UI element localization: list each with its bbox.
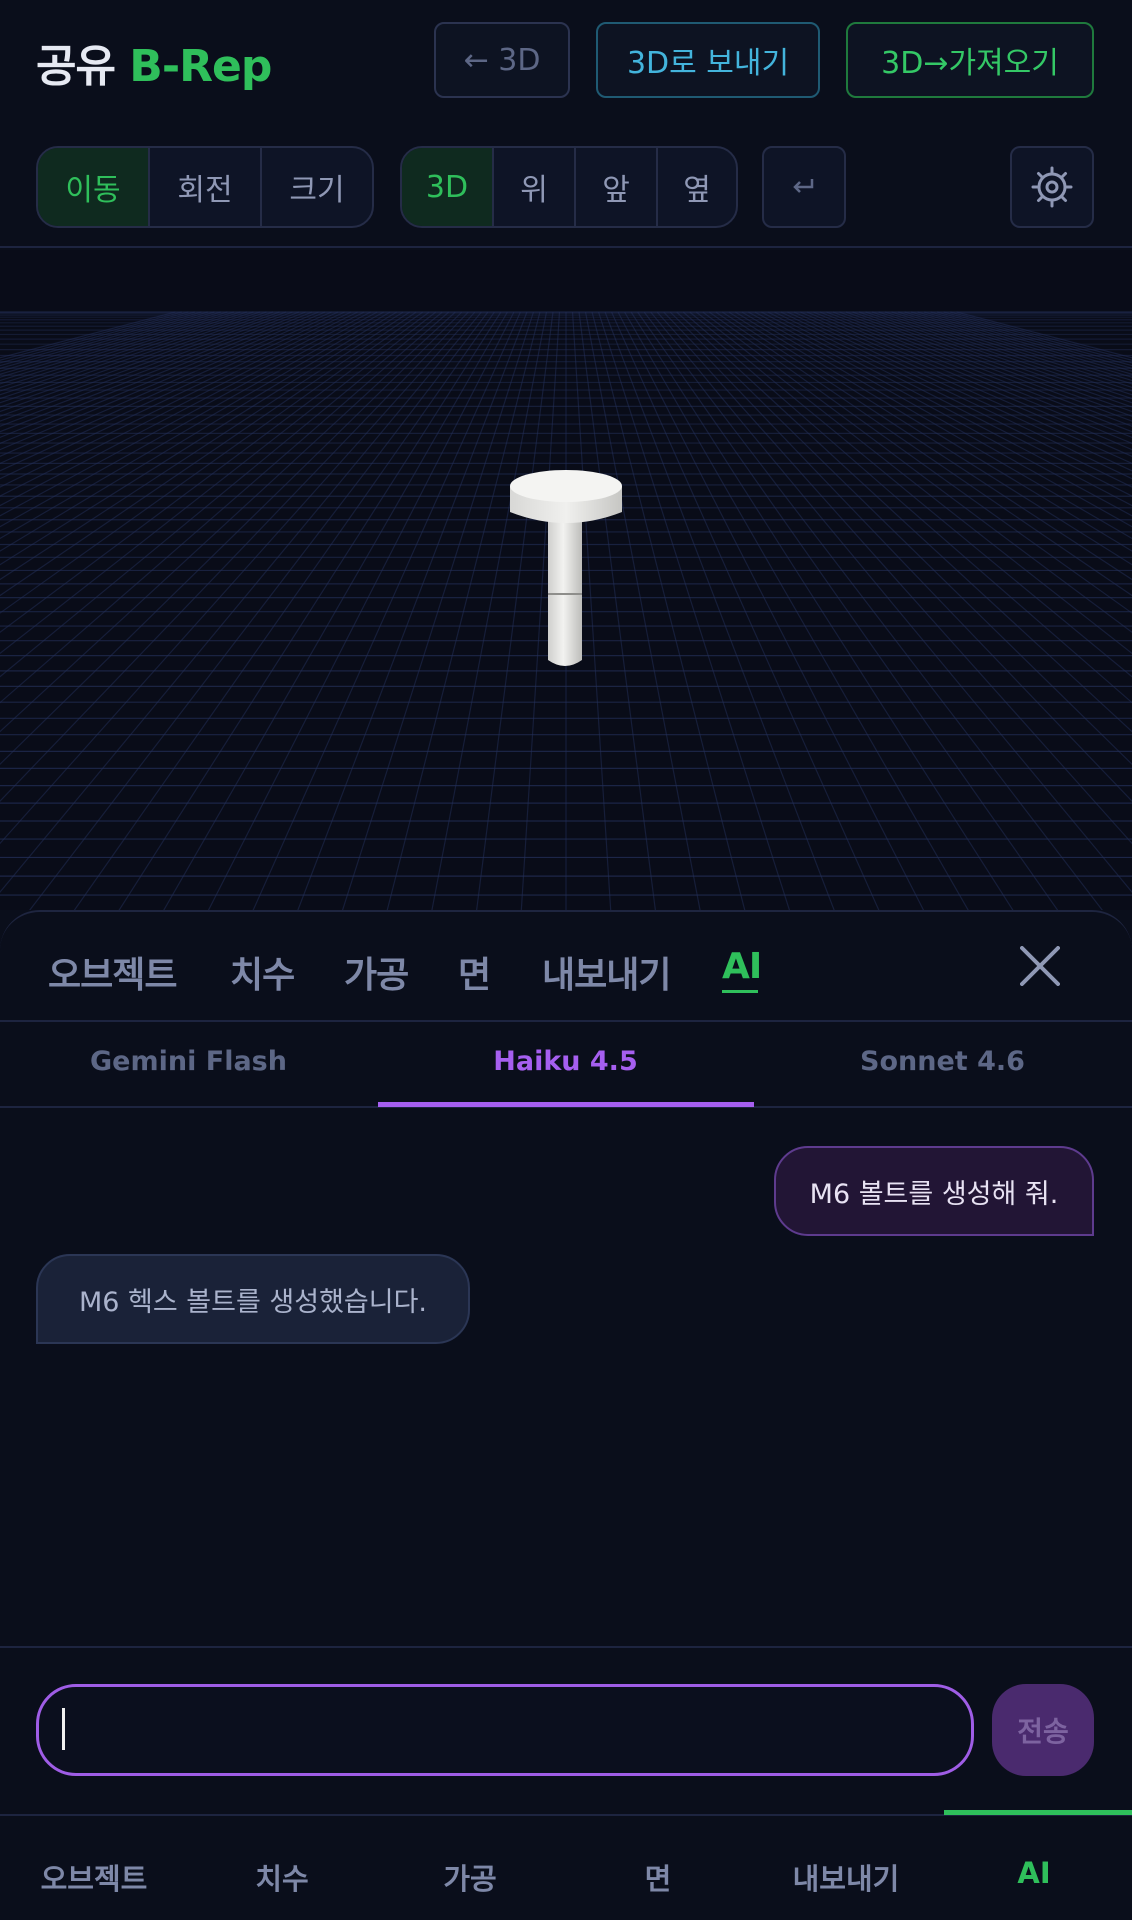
bottom-nav-active-indicator xyxy=(944,1810,1132,1815)
model-tab-active-indicator xyxy=(378,1102,754,1107)
panel-tab-machining[interactable]: 가공 xyxy=(344,946,409,998)
bottom-nav-dimensions[interactable]: 치수 xyxy=(188,1856,376,1898)
toolbar-divider xyxy=(0,246,1132,248)
app-title-prefix: 공유 xyxy=(36,41,116,92)
mode-scale-button[interactable]: 크기 xyxy=(262,148,372,226)
app-title-accent: B-Rep xyxy=(129,41,272,92)
transform-mode-group: 이동 회전 크기 xyxy=(36,146,374,228)
chat-message-user: M6 볼트를 생성해 줘. xyxy=(774,1146,1094,1236)
back-to-3d-button[interactable]: ← 3D xyxy=(434,22,570,98)
3d-viewport[interactable] xyxy=(0,250,1132,910)
chat-input-divider xyxy=(0,1646,1132,1648)
text-caret xyxy=(62,1708,65,1750)
gear-icon xyxy=(1031,166,1073,208)
bottom-nav-object[interactable]: 오브젝트 xyxy=(0,1856,188,1898)
close-icon xyxy=(1020,946,1060,986)
bottom-nav-ai[interactable]: AI xyxy=(940,1856,1128,1890)
undo-button[interactable] xyxy=(762,146,846,228)
view-front-button[interactable]: 앞 xyxy=(576,148,658,226)
return-arrow-icon xyxy=(793,179,814,193)
send-button[interactable]: 전송 xyxy=(992,1684,1094,1776)
model-tab-gemini-flash[interactable]: Gemini Flash xyxy=(0,1046,377,1077)
app-title: 공유 B-Rep xyxy=(36,30,272,94)
chat-input[interactable] xyxy=(36,1684,974,1776)
panel-tab-faces[interactable]: 면 xyxy=(458,946,491,998)
panel-tab-dimensions[interactable]: 치수 xyxy=(230,946,295,998)
model-tab-haiku[interactable]: Haiku 4.5 xyxy=(377,1046,754,1077)
panel-tab-active-indicator xyxy=(722,990,758,993)
bolt-model[interactable] xyxy=(0,250,1132,910)
model-tab-sonnet[interactable]: Sonnet 4.6 xyxy=(754,1046,1131,1077)
view-top-button[interactable]: 위 xyxy=(494,148,576,226)
send-to-3d-button[interactable]: 3D로 보내기 xyxy=(596,22,820,98)
mode-move-button[interactable]: 이동 xyxy=(38,148,150,226)
bottom-nav-machining[interactable]: 가공 xyxy=(376,1856,564,1898)
panel-tab-divider xyxy=(0,1020,1132,1022)
close-panel-button[interactable] xyxy=(1020,946,1060,986)
panel-tab-export[interactable]: 내보내기 xyxy=(542,946,671,998)
settings-button[interactable] xyxy=(1010,146,1094,228)
import-from-3d-button[interactable]: 3D→가져오기 xyxy=(846,22,1094,98)
view-group: 3D 위 앞 옆 xyxy=(400,146,738,228)
panel-tab-object[interactable]: 오브젝트 xyxy=(48,946,177,998)
bottom-nav-faces[interactable]: 면 xyxy=(564,1856,752,1898)
view-3d-button[interactable]: 3D xyxy=(402,148,494,226)
panel-tab-ai[interactable]: AI xyxy=(722,946,762,987)
view-side-button[interactable]: 옆 xyxy=(658,148,736,226)
mode-rotate-button[interactable]: 회전 xyxy=(150,148,262,226)
chat-message-assistant: M6 헥스 볼트를 생성했습니다. xyxy=(36,1254,470,1344)
bottom-nav-export[interactable]: 내보내기 xyxy=(752,1856,940,1898)
